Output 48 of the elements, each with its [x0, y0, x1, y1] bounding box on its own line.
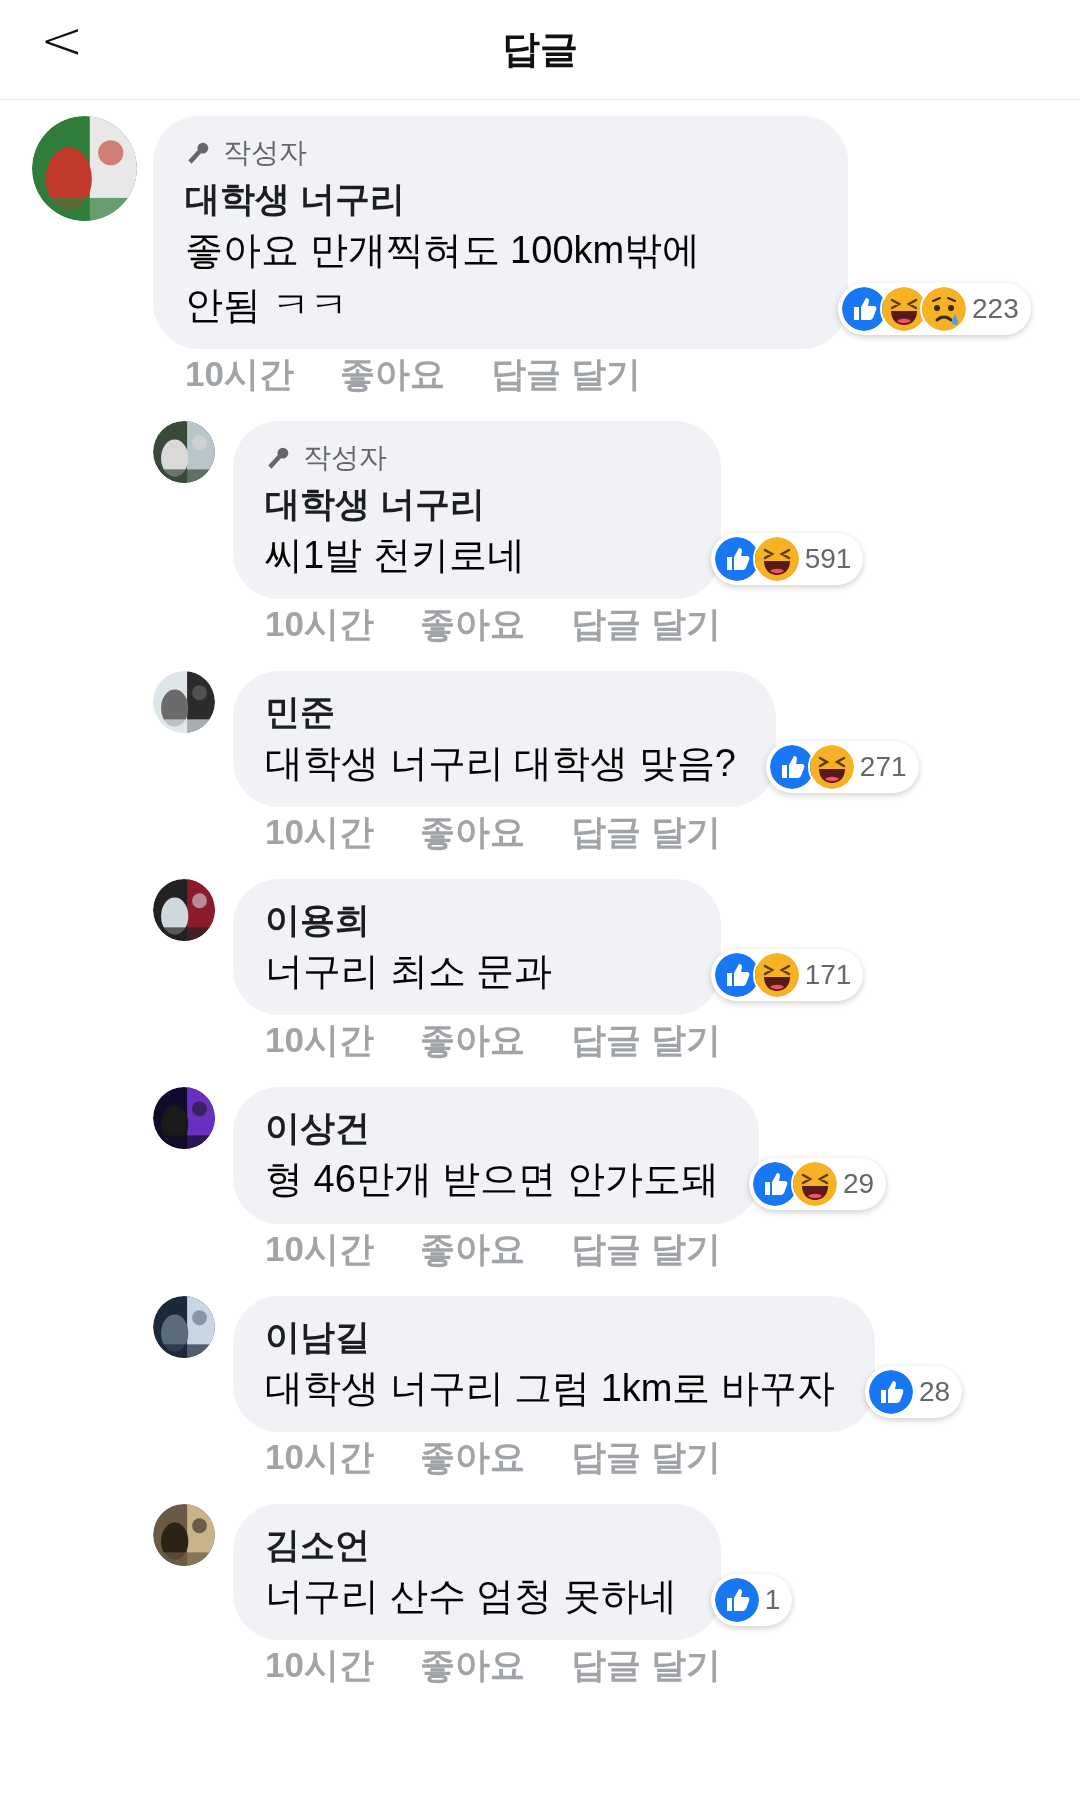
comment-text: 너구리 최소 문과 — [265, 949, 554, 995]
commenter-name[interactable]: 이남길 — [265, 1311, 836, 1361]
comment-text: 씨1발 천키로네 — [265, 533, 526, 579]
comment-text: 대학생 너구리 대학생 맞음? — [265, 741, 736, 787]
comment-time: 10시간 — [265, 1227, 374, 1270]
microphone-icon — [185, 140, 211, 166]
reaction-summary[interactable]: 171 — [710, 949, 864, 1002]
commenter-name[interactable]: 민준 — [265, 687, 736, 737]
crying-emoji-icon — [920, 285, 968, 334]
author-label: 작성자 — [223, 136, 307, 170]
reaction-summary[interactable]: 591 — [710, 533, 864, 586]
reaction-summary[interactable]: 1 — [710, 1573, 793, 1626]
comment-text: 너구리 산수 엄청 못하네 — [265, 1573, 678, 1619]
reaction-summary[interactable]: 271 — [765, 741, 919, 794]
comment-time: 10시간 — [265, 811, 374, 854]
comment-time: 10시간 — [265, 1019, 374, 1062]
thumbs-up-icon — [712, 1575, 761, 1624]
commenter-name[interactable]: 대학생 너구리 — [265, 479, 681, 529]
comment-time: 10시간 — [265, 1435, 374, 1478]
thumbs-up-icon — [867, 1367, 916, 1416]
laughing-emoji-icon — [752, 535, 801, 584]
reaction-summary[interactable]: 28 — [865, 1365, 963, 1418]
reaction-summary[interactable]: 29 — [748, 1157, 887, 1210]
comment-time: 10시간 — [265, 1643, 374, 1686]
reaction-count: 223 — [972, 292, 1019, 327]
commenter-name[interactable]: 대학생 너구리 — [185, 174, 808, 223]
laughing-emoji-icon — [752, 951, 801, 1000]
commenter-name[interactable]: 이용희 — [265, 895, 681, 945]
comment-text: 대학생 너구리 그럼 1km로 바꾸자 — [265, 1365, 836, 1411]
comment-time: 10시간 — [265, 603, 374, 646]
commenter-name[interactable]: 이상건 — [265, 1103, 719, 1153]
reaction-summary[interactable]: 223 — [838, 283, 1031, 336]
reaction-count: 29 — [842, 1166, 875, 1201]
page-title: 답글 — [502, 27, 578, 72]
reaction-count: 1 — [764, 1582, 781, 1617]
microphone-icon — [265, 445, 291, 472]
laughing-emoji-icon — [790, 1159, 839, 1208]
commenter-name[interactable]: 김소언 — [265, 1519, 681, 1569]
comment-time: 10시간 — [185, 353, 294, 396]
reaction-count: 271 — [859, 750, 907, 785]
reaction-count: 171 — [804, 958, 852, 993]
reaction-count: 591 — [804, 542, 852, 577]
comment-text: 형 46만개 받으면 안가도돼 — [265, 1157, 719, 1203]
back-button[interactable]: < — [32, 14, 92, 66]
laughing-emoji-icon — [807, 743, 856, 792]
author-label: 작성자 — [303, 441, 387, 476]
reaction-count: 28 — [919, 1374, 951, 1409]
comment-text: 좋아요 만개찍혀도 100km밖에 안됨 ㅋㅋ — [185, 228, 702, 329]
